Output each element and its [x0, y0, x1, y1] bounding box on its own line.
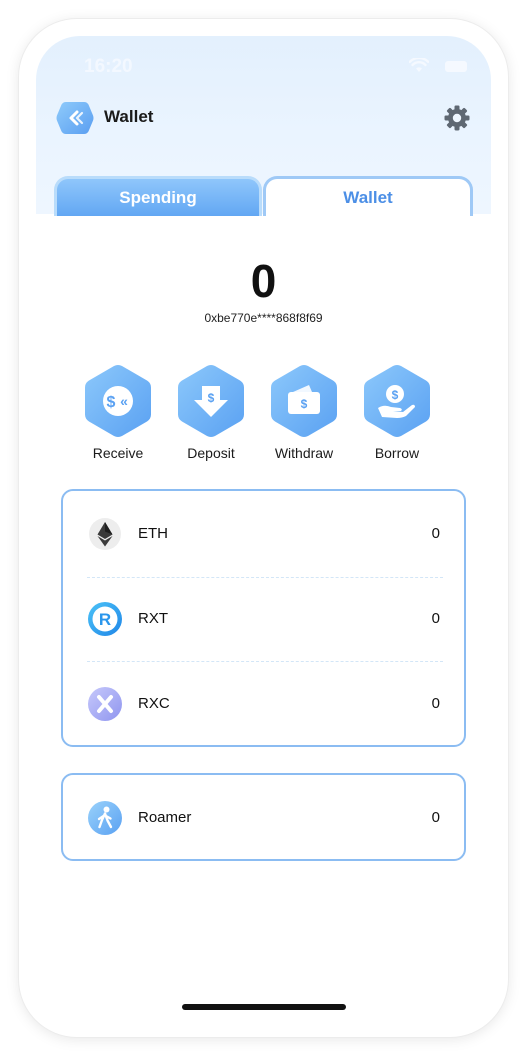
roamer-card[interactable]: Roamer 0 [61, 773, 466, 861]
home-indicator [182, 1004, 346, 1010]
token-value: 0 [431, 695, 440, 712]
receive-label: Receive [92, 445, 144, 461]
eth-icon [89, 518, 121, 550]
deposit-button[interactable]: $ Deposit [171, 364, 251, 464]
svg-text:$: $ [107, 394, 116, 411]
deposit-icon: $ [178, 365, 244, 437]
rxc-icon [88, 687, 122, 721]
token-name: RXC [138, 695, 170, 712]
tab-spending[interactable]: Spending [54, 176, 262, 216]
token-list-card: ETH 0 R RXT 0 RXC 0 [61, 489, 466, 747]
withdraw-icon: $ [271, 365, 337, 437]
nft-name: Roamer [138, 809, 192, 826]
borrow-button[interactable]: $ Borrow [357, 364, 437, 464]
wifi-icon [409, 58, 429, 72]
token-value: 0 [431, 610, 440, 627]
roamer-icon [88, 801, 122, 835]
tab-bar: Spending Wallet [54, 176, 473, 216]
app-header: Wallet [36, 96, 491, 138]
action-row: $ « Receive $ Deposit $ Withdraw $ Borro… [78, 364, 450, 464]
borrow-label: Borrow [374, 445, 420, 461]
token-row-rxc[interactable]: RXC 0 [63, 661, 464, 745]
wallet-logo-icon[interactable] [56, 101, 94, 135]
app-screen: 16:20 Wallet Spending Wallet 0 0xbe770e*… [36, 36, 491, 1020]
tab-wallet[interactable]: Wallet [263, 176, 473, 216]
svg-text:$: $ [208, 391, 215, 405]
receive-icon: $ « [85, 365, 151, 437]
balance-amount: 0 [250, 255, 277, 307]
deposit-label: Deposit [187, 445, 235, 461]
token-name: RXT [138, 610, 168, 627]
borrow-icon: $ [364, 365, 430, 437]
receive-button[interactable]: $ « Receive [78, 364, 158, 464]
withdraw-button[interactable]: $ Withdraw [264, 364, 344, 464]
svg-text:$: $ [301, 397, 308, 411]
page-title: Wallet [104, 107, 154, 126]
svg-text:R: R [99, 610, 111, 629]
withdraw-label: Withdraw [274, 445, 334, 461]
token-value: 0 [431, 525, 440, 542]
status-time: 16:20 [84, 56, 133, 77]
rxt-icon: R [88, 602, 122, 636]
gear-icon[interactable] [443, 104, 471, 132]
battery-icon [445, 61, 467, 72]
wallet-address[interactable]: 0xbe770e****868f8f69 [36, 311, 491, 325]
token-row-eth[interactable]: ETH 0 [63, 491, 464, 575]
phone-frame: 16:20 Wallet Spending Wallet 0 0xbe770e*… [19, 19, 508, 1037]
status-bar: 16:20 [36, 36, 491, 86]
token-row-rxt[interactable]: R RXT 0 [63, 576, 464, 660]
nft-value: 0 [431, 809, 440, 826]
svg-text:$: $ [392, 388, 399, 402]
token-name: ETH [138, 525, 168, 542]
svg-text:«: « [120, 393, 128, 409]
